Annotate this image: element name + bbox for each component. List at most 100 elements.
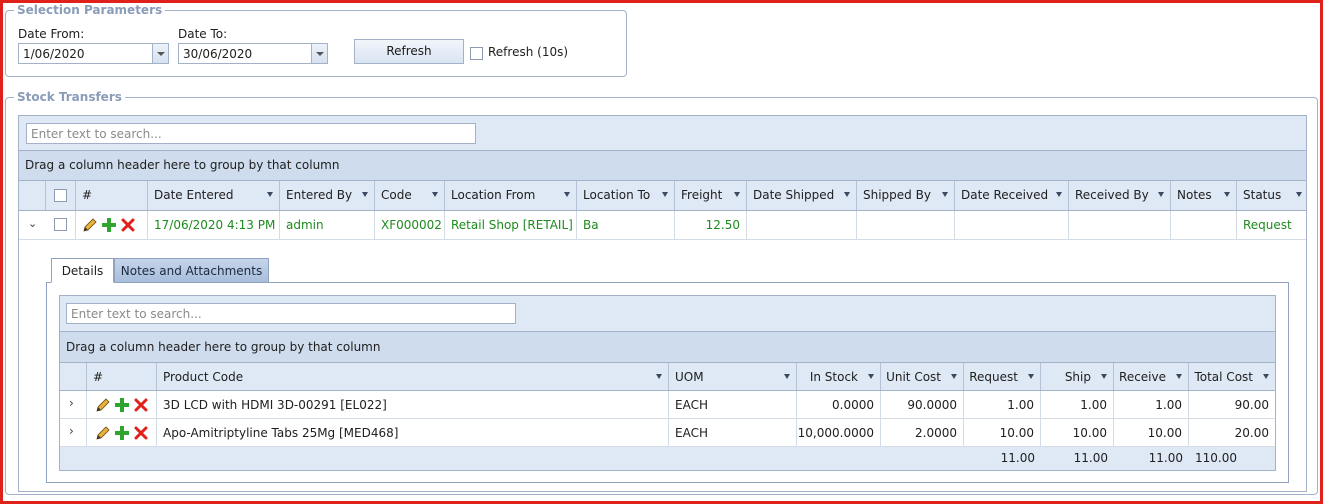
cell-shipped-by: [857, 211, 955, 239]
stock-transfers-grid: Enter text to search... Drag a column he…: [18, 115, 1307, 492]
filter-icon[interactable]: [1224, 192, 1230, 197]
detail-column-header-in-stock[interactable]: In Stock: [797, 363, 881, 390]
column-header-freight[interactable]: Freight: [675, 181, 747, 210]
chevron-down-icon[interactable]: [311, 44, 327, 63]
table-row[interactable]: ⌄ 17/06/2020 4:13 PM admin XF000002 Reta…: [19, 211, 1306, 240]
column-header-date-entered[interactable]: Date Entered: [148, 181, 280, 210]
date-to-label: Date To:: [178, 27, 228, 41]
filter-icon[interactable]: [656, 374, 662, 379]
cell-product-code: Apo-Amitriptyline Tabs 25Mg [MED468]: [157, 419, 669, 446]
auto-refresh-checkbox[interactable]: [470, 47, 483, 60]
date-from-label: Date From:: [18, 27, 85, 41]
detail-search-bar: Enter text to search...: [60, 296, 1275, 332]
column-header-notes[interactable]: Notes: [1171, 181, 1237, 210]
filter-icon[interactable]: [1263, 374, 1269, 379]
row-actions-cell: [87, 391, 157, 418]
cell-location-to: Ba: [577, 211, 675, 239]
tab-notes-and-attachments[interactable]: Notes and Attachments: [114, 258, 269, 283]
filter-icon[interactable]: [267, 192, 273, 197]
detail-search-placeholder: Enter text to search...: [71, 307, 202, 321]
expand-column-header: [19, 181, 46, 210]
detail-column-header-ship[interactable]: Ship: [1041, 363, 1114, 390]
column-header-received-by[interactable]: Received By: [1069, 181, 1171, 210]
filter-icon[interactable]: [844, 192, 850, 197]
filter-icon[interactable]: [784, 374, 790, 379]
delete-icon[interactable]: [133, 425, 149, 441]
filter-icon[interactable]: [1028, 374, 1034, 379]
filter-icon[interactable]: [1158, 192, 1164, 197]
detail-search-input[interactable]: Enter text to search...: [66, 303, 516, 324]
column-header-date-received[interactable]: Date Received: [955, 181, 1069, 210]
detail-column-header-product-code[interactable]: Product Code: [157, 363, 669, 390]
filter-icon[interactable]: [1101, 374, 1107, 379]
column-header-number[interactable]: #: [76, 181, 148, 210]
select-all-checkbox[interactable]: [54, 189, 67, 202]
tab-details[interactable]: Details: [51, 258, 114, 283]
delete-icon[interactable]: [133, 397, 149, 413]
cell-code: XF000002: [375, 211, 445, 239]
detail-column-header-total-cost[interactable]: Total Cost: [1189, 363, 1275, 390]
add-icon[interactable]: [101, 217, 117, 233]
column-header-location-to[interactable]: Location To: [577, 181, 675, 210]
delete-icon[interactable]: [120, 217, 136, 233]
column-header-entered-by[interactable]: Entered By: [280, 181, 375, 210]
filter-icon[interactable]: [432, 192, 438, 197]
chevron-down-icon[interactable]: ⌄: [28, 211, 37, 238]
add-icon[interactable]: [114, 397, 130, 413]
detail-column-header-receive[interactable]: Receive: [1114, 363, 1189, 390]
detail-column-header-request[interactable]: Request: [964, 363, 1041, 390]
chevron-right-icon[interactable]: ›: [69, 419, 74, 445]
cell-ship: 10.00: [1041, 419, 1114, 446]
detail-grid-header: # Product Code UOM In Stock Unit Cost Re…: [60, 363, 1275, 391]
edit-icon[interactable]: [95, 425, 111, 441]
group-panel[interactable]: Drag a column header here to group by th…: [19, 151, 1306, 181]
edit-icon[interactable]: [95, 397, 111, 413]
chevron-down-icon[interactable]: [152, 44, 168, 63]
refresh-button[interactable]: Refresh: [354, 39, 464, 64]
filter-icon[interactable]: [662, 192, 668, 197]
table-row[interactable]: › 3D LCD with HDMI 3D-00291 [EL022] EACH…: [60, 391, 1275, 419]
column-header-date-shipped[interactable]: Date Shipped: [747, 181, 857, 210]
filter-icon[interactable]: [1296, 192, 1302, 197]
cell-product-code: 3D LCD with HDMI 3D-00291 [EL022]: [157, 391, 669, 418]
date-from-picker[interactable]: 1/06/2020: [18, 43, 169, 64]
detail-totals-footer: 11.00 11.00 11.00 110.00: [60, 447, 1275, 470]
selection-parameters-legend: Selection Parameters: [14, 2, 166, 18]
cell-in-stock: 10,000.0000: [797, 419, 881, 446]
add-icon[interactable]: [114, 425, 130, 441]
expand-cell[interactable]: ›: [60, 391, 87, 418]
cell-location-from: Retail Shop [RETAIL]: [445, 211, 577, 239]
row-actions-cell: [87, 419, 157, 446]
filter-icon[interactable]: [362, 192, 368, 197]
filter-icon[interactable]: [1176, 374, 1182, 379]
filter-icon[interactable]: [734, 192, 740, 197]
table-row[interactable]: › Apo-Amitriptyline Tabs 25Mg [MED468] E…: [60, 419, 1275, 447]
column-header-status[interactable]: Status: [1237, 181, 1308, 210]
search-placeholder: Enter text to search...: [31, 127, 162, 141]
search-input[interactable]: Enter text to search...: [26, 123, 476, 144]
expand-cell[interactable]: ›: [60, 419, 87, 446]
cell-date-entered: 17/06/2020 4:13 PM: [148, 211, 280, 239]
filter-icon[interactable]: [942, 192, 948, 197]
cell-request: 1.00: [964, 391, 1041, 418]
detail-column-header-unit-cost[interactable]: Unit Cost: [881, 363, 964, 390]
column-header-shipped-by[interactable]: Shipped By: [857, 181, 955, 210]
detail-column-header-uom[interactable]: UOM: [669, 363, 797, 390]
edit-icon[interactable]: [82, 217, 98, 233]
cell-total-cost: 90.00: [1234, 398, 1269, 412]
detail-group-panel[interactable]: Drag a column header here to group by th…: [60, 332, 1275, 363]
detail-column-header-number[interactable]: #: [87, 363, 157, 390]
row-checkbox[interactable]: [54, 218, 67, 231]
filter-icon[interactable]: [951, 374, 957, 379]
chevron-right-icon[interactable]: ›: [69, 391, 74, 417]
expand-cell[interactable]: ⌄: [19, 211, 46, 239]
filter-icon[interactable]: [564, 192, 570, 197]
column-header-code[interactable]: Code: [375, 181, 445, 210]
column-header-location-from[interactable]: Location From: [445, 181, 577, 210]
filter-icon[interactable]: [868, 374, 874, 379]
stock-transfers-panel: Stock Transfers Enter text to search... …: [5, 89, 1318, 495]
row-actions-cell: [76, 211, 148, 239]
details-tab-panel: Enter text to search... Drag a column he…: [46, 282, 1289, 483]
filter-icon[interactable]: [1056, 192, 1062, 197]
date-to-picker[interactable]: 30/06/2020: [178, 43, 328, 64]
